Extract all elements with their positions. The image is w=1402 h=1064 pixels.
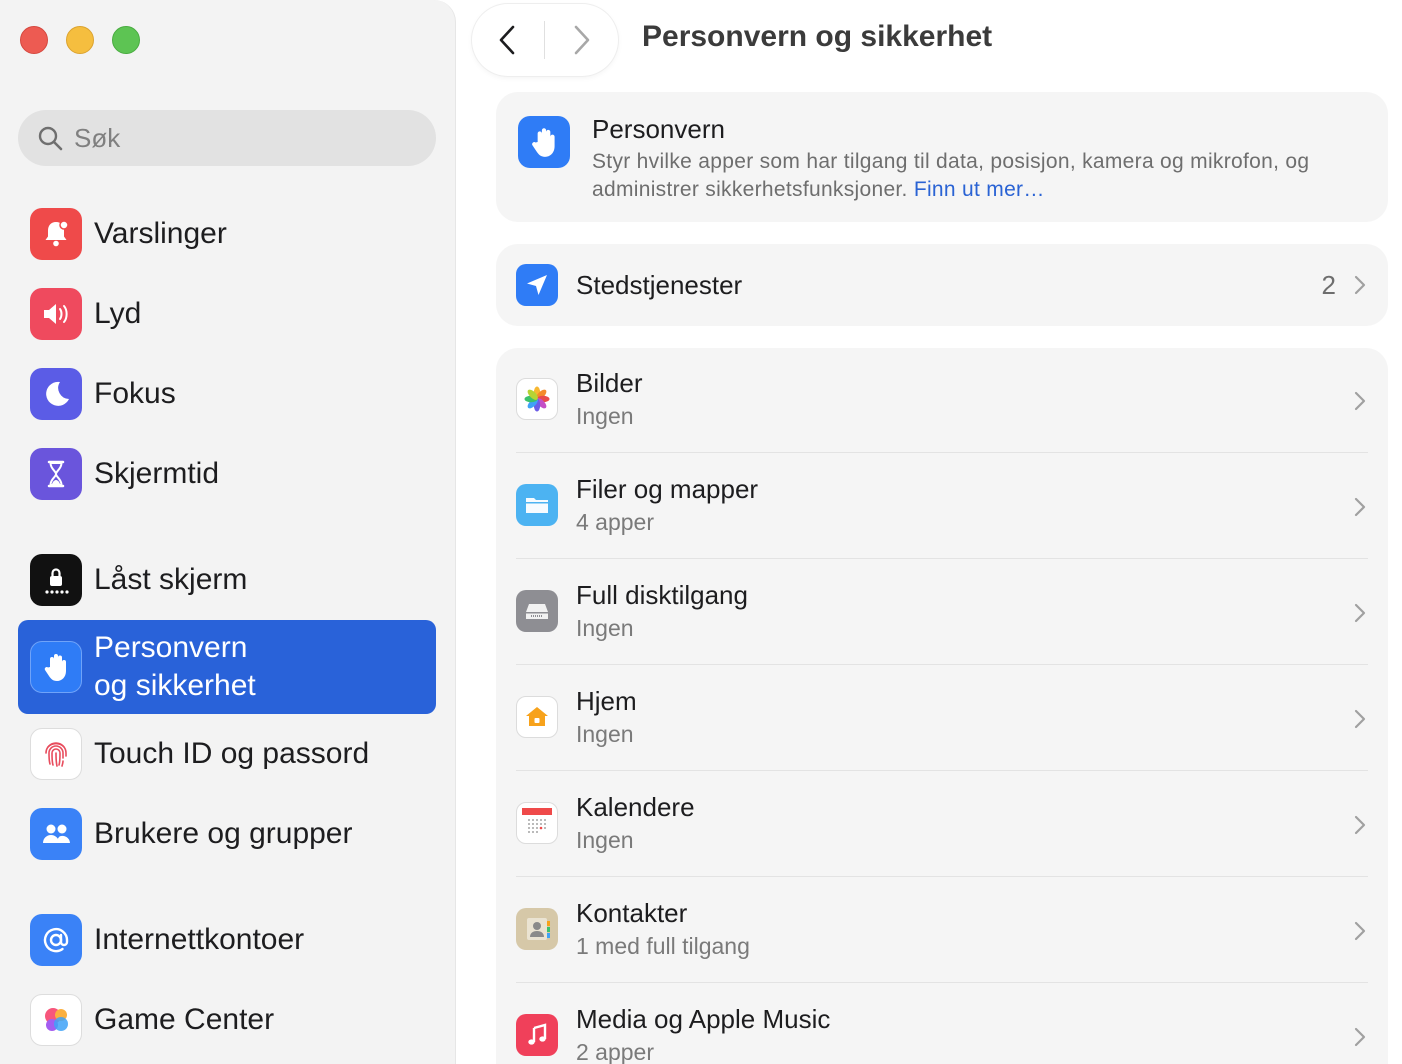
sidebar-item-touch-id[interactable]: Touch ID og passord	[18, 726, 436, 782]
contacts-icon	[516, 908, 558, 950]
item-subtitle: Ingen	[576, 403, 634, 429]
chevron-right-icon	[1354, 497, 1366, 517]
row-divider	[516, 664, 1368, 665]
sidebar-item-brukere[interactable]: Brukere og grupper	[18, 806, 436, 862]
sidebar-item-label: Personvern og sikkerhet	[94, 631, 256, 702]
forward-button[interactable]	[545, 4, 617, 76]
item-title: Bilder	[576, 368, 643, 398]
item-subtitle: Ingen	[576, 615, 634, 641]
game-center-icon	[30, 994, 82, 1046]
disk-icon	[516, 590, 558, 632]
chevron-right-icon	[1354, 603, 1366, 623]
speaker-icon	[30, 288, 82, 340]
header-title: Personvern	[592, 114, 725, 144]
item-title: Media og Apple Music	[576, 1004, 831, 1034]
sidebar-item-skjermtid[interactable]: Skjermtid	[18, 446, 436, 502]
window-controls	[20, 26, 140, 54]
header-description: Styr hvilke apper som har tilgang til da…	[592, 148, 1362, 204]
chevron-right-icon	[1354, 921, 1366, 941]
hand-icon	[30, 641, 82, 693]
location-services-label: Stedstjenester	[576, 269, 743, 300]
users-icon	[30, 808, 82, 860]
list-item-kontakter[interactable]: Kontakter 1 med full tilgang	[496, 878, 1388, 984]
item-subtitle: 2 apper	[576, 1039, 655, 1064]
item-subtitle: 4 apper	[576, 509, 655, 535]
item-title: Kontakter	[576, 898, 688, 928]
sidebar-item-label: Låst skjerm	[94, 563, 248, 596]
sidebar-item-label: Touch ID og passord	[94, 737, 370, 770]
chevron-right-icon	[1354, 391, 1366, 411]
sidebar-item-internettkontoer[interactable]: Internettkontoer	[18, 912, 436, 968]
row-divider	[516, 982, 1368, 983]
sidebar-item-label: Internettkontoer	[94, 923, 305, 956]
music-icon	[516, 1014, 558, 1056]
sidebar-item-label: Game Center	[94, 1003, 275, 1036]
sidebar-item-lyd[interactable]: Lyd	[18, 286, 436, 342]
location-services-card: Stedstjenester 2	[496, 244, 1388, 326]
list-item-hjem[interactable]: Hjem Ingen	[496, 666, 1388, 772]
location-arrow-icon	[516, 264, 558, 306]
sidebar-item-label: Varslinger	[94, 217, 227, 250]
hand-icon	[518, 116, 570, 168]
item-title: Filer og mapper	[576, 474, 759, 504]
chevron-right-icon	[1354, 1027, 1366, 1047]
page-title: Personvern og sikkerhet	[642, 20, 993, 53]
item-subtitle: Ingen	[576, 721, 634, 747]
search-field[interactable]: Søk	[18, 110, 436, 166]
item-subtitle: 1 med full tilgang	[576, 933, 750, 959]
row-divider	[516, 452, 1368, 453]
folder-icon	[516, 484, 558, 526]
list-item-bilder[interactable]: Bilder Ingen	[496, 348, 1388, 454]
chevron-right-icon	[1354, 709, 1366, 729]
sidebar-item-fokus[interactable]: Fokus	[18, 366, 436, 422]
location-services-count: 2	[1321, 269, 1336, 300]
search-placeholder: Søk	[74, 122, 121, 153]
sidebar-item-last-skjerm[interactable]: Låst skjerm	[18, 552, 436, 608]
item-title: Kalendere	[576, 792, 695, 822]
list-item-filer[interactable]: Filer og mapper 4 apper	[496, 454, 1388, 560]
list-item-kalendere[interactable]: Kalendere Ingen	[496, 772, 1388, 878]
at-icon	[30, 914, 82, 966]
sidebar-item-label: Brukere og grupper	[94, 817, 353, 850]
row-divider	[516, 876, 1368, 877]
learn-more-link[interactable]: Finn ut mer…	[914, 178, 1045, 201]
sidebar-item-varslinger[interactable]: Varslinger	[18, 206, 436, 262]
chevron-left-icon	[499, 25, 515, 55]
item-title: Hjem	[576, 686, 637, 716]
privacy-categories-list: Bilder Ingen Filer og mapper 4 apper Ful…	[496, 348, 1388, 1064]
close-window-button[interactable]	[20, 26, 48, 54]
minimize-window-button[interactable]	[66, 26, 94, 54]
location-services-row[interactable]: Stedstjenester 2	[496, 244, 1388, 326]
home-icon	[516, 696, 558, 738]
sidebar-item-personvern[interactable]: Personvern og sikkerhet	[18, 620, 436, 714]
chevron-right-icon	[1354, 275, 1366, 295]
sidebar: Søk Varslinger Lyd Fokus Skjermtid Låst …	[0, 0, 456, 1064]
chevron-right-icon	[574, 25, 590, 55]
moon-icon	[30, 368, 82, 420]
list-item-media[interactable]: Media og Apple Music 2 apper	[496, 984, 1388, 1064]
sidebar-item-game-center[interactable]: Game Center	[18, 992, 436, 1048]
back-button[interactable]	[472, 4, 544, 76]
bell-icon	[30, 208, 82, 260]
lock-screen-icon	[30, 554, 82, 606]
item-subtitle: Ingen	[576, 827, 634, 853]
hourglass-icon	[30, 448, 82, 500]
privacy-header-card: Personvern Styr hvilke apper som har til…	[496, 92, 1388, 222]
list-item-full-disk[interactable]: Full disktilgang Ingen	[496, 560, 1388, 666]
sidebar-item-label: Fokus	[94, 377, 176, 410]
chevron-right-icon	[1354, 815, 1366, 835]
fingerprint-icon	[30, 728, 82, 780]
row-divider	[516, 558, 1368, 559]
row-divider	[516, 770, 1368, 771]
navigation-buttons	[472, 4, 618, 76]
search-icon	[38, 126, 63, 151]
item-title: Full disktilgang	[576, 580, 748, 610]
zoom-window-button[interactable]	[112, 26, 140, 54]
sidebar-item-label: Lyd	[94, 297, 142, 330]
sidebar-item-label: Skjermtid	[94, 457, 220, 490]
photos-icon	[516, 378, 558, 420]
calendar-icon	[516, 802, 558, 844]
